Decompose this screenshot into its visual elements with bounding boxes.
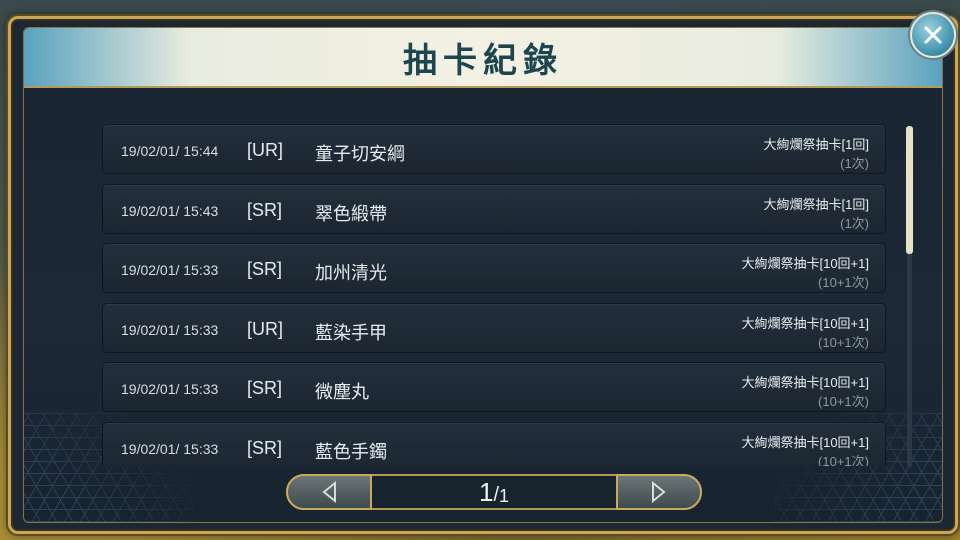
record-gacha-type: 大絢爛祭抽卡[10回+1] — [741, 375, 869, 390]
record-gacha-type: 大絢爛祭抽卡[10回+1] — [741, 434, 869, 450]
record-rarity: [UR] — [247, 140, 283, 160]
close-button[interactable] — [910, 12, 956, 58]
record-draw-count: (1次) — [840, 156, 869, 171]
record-row: 19/02/01/ 15:44 [UR] 童子切安綱 大絢爛祭抽卡[1回] (1… — [102, 124, 886, 174]
record-list[interactable]: 19/02/01/ 15:44 [UR] 童子切安綱 大絢爛祭抽卡[1回] (1… — [102, 124, 886, 466]
record-date: 19/02/01/ 15:33 — [121, 262, 219, 278]
record-item-name: 童子切安綱 — [315, 144, 405, 164]
record-date: 19/02/01/ 15:33 — [121, 381, 219, 397]
record-draw-count: (10+1次) — [818, 334, 869, 350]
record-gacha-type: 大絢爛祭抽卡[10回+1] — [741, 315, 869, 331]
record-item-name: 藍色手鐲 — [315, 441, 387, 462]
record-date: 19/02/01/ 15:33 — [121, 440, 219, 457]
title-bar: 抽卡紀錄 — [24, 28, 942, 88]
record-rarity: [UR] — [247, 318, 283, 339]
record-rarity: [SR] — [247, 259, 283, 279]
page-indicator: 1 / 1 — [372, 474, 616, 510]
record-row: 19/02/01/ 15:33 [SR] 微塵丸 大絢爛祭抽卡[10回+1] (… — [102, 362, 886, 412]
prev-page-button[interactable] — [286, 474, 372, 510]
arrow-right-icon — [652, 481, 666, 503]
record-item-name: 微塵丸 — [315, 382, 369, 402]
record-rarity: [SR] — [247, 378, 283, 398]
gacha-history-dialog: 抽卡紀錄 19/02/01/ 15:44 [UR] 童子切安綱 大絢爛祭抽卡[1… — [8, 16, 958, 534]
record-row: 19/02/01/ 15:33 [UR] 藍染手甲 大絢爛祭抽卡[10回+1] … — [102, 302, 886, 353]
record-row: 19/02/01/ 15:33 [SR] 藍色手鐲 大絢爛祭抽卡[10回+1] … — [102, 421, 886, 467]
record-gacha-type: 大絢爛祭抽卡[1回] — [763, 196, 869, 212]
record-draw-count: (10+1次) — [818, 453, 869, 467]
next-page-button[interactable] — [616, 474, 702, 510]
dialog-title: 抽卡紀錄 — [403, 40, 563, 81]
record-gacha-type: 大絢爛祭抽卡[1回] — [763, 137, 869, 152]
record-item-name: 加州清光 — [315, 263, 387, 283]
total-pages: 1 — [499, 485, 510, 506]
dialog-body: 抽卡紀錄 19/02/01/ 15:44 [UR] 童子切安綱 大絢爛祭抽卡[1… — [23, 27, 943, 523]
record-item-name: 藍染手甲 — [315, 322, 387, 343]
list-scrollbar[interactable] — [906, 126, 913, 468]
record-draw-count: (10+1次) — [818, 394, 869, 409]
record-date: 19/02/01/ 15:43 — [121, 202, 219, 219]
scrollbar-thumb[interactable] — [906, 126, 913, 254]
record-row: 19/02/01/ 15:43 [SR] 翠色緞帶 大絢爛祭抽卡[1回] (1次… — [102, 183, 886, 234]
record-gacha-type: 大絢爛祭抽卡[10回+1] — [741, 256, 869, 271]
record-rarity: [SR] — [247, 199, 283, 220]
current-page: 1 — [478, 476, 494, 507]
close-icon — [924, 26, 942, 44]
record-item-name: 翠色緞帶 — [315, 203, 387, 224]
record-date: 19/02/01/ 15:33 — [121, 321, 219, 338]
record-draw-count: (1次) — [840, 215, 869, 231]
record-date: 19/02/01/ 15:44 — [121, 143, 219, 159]
pagination: 1 / 1 — [286, 474, 702, 510]
record-draw-count: (10+1次) — [818, 275, 869, 290]
arrow-left-icon — [322, 481, 336, 503]
record-rarity: [SR] — [247, 437, 283, 458]
record-row: 19/02/01/ 15:33 [SR] 加州清光 大絢爛祭抽卡[10回+1] … — [102, 243, 886, 293]
